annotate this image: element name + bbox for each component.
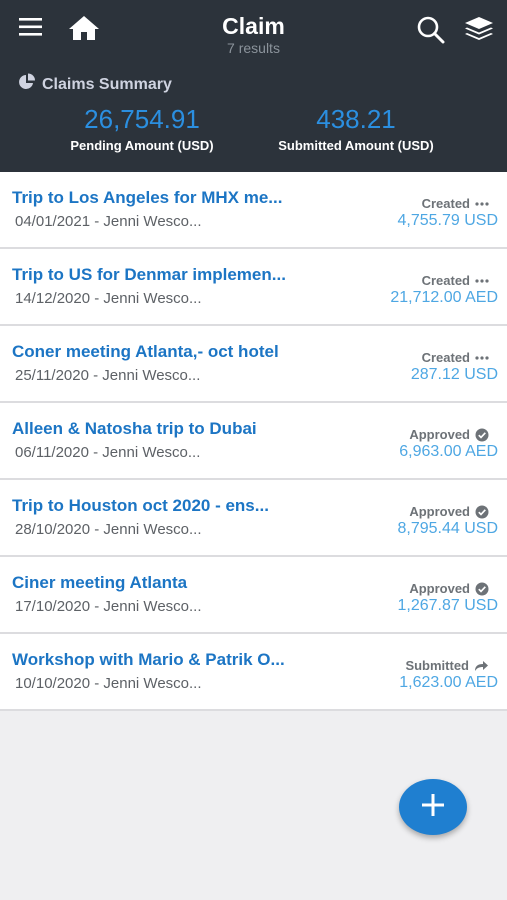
plus-icon — [420, 792, 446, 823]
claim-status: Created — [422, 350, 489, 365]
claim-amount: 287.12 USD — [410, 366, 498, 383]
claim-status: Approved — [409, 581, 489, 596]
pie-chart-icon — [18, 73, 42, 96]
check-circle-icon — [475, 505, 489, 519]
claim-amount: 1,267.87 USD — [397, 597, 498, 614]
claim-status: Submitted — [405, 658, 489, 673]
claims-summary-panel: Claims Summary 26,754.91 Pending Amount … — [0, 60, 507, 172]
claim-date-owner: 10/10/2020 - Jenni Wesco... — [15, 675, 202, 692]
claim-amount: 21,712.00 AED — [390, 289, 498, 306]
claim-title: Ciner meeting Atlanta — [12, 573, 188, 592]
claim-amount: 4,755.79 USD — [397, 212, 498, 229]
claim-row[interactable]: Ciner meeting Atlanta 17/10/2020 - Jenni… — [0, 557, 507, 634]
add-claim-button[interactable] — [399, 779, 467, 835]
claim-status-label: Created — [421, 196, 470, 211]
claim-status-label: Created — [421, 273, 470, 288]
more-icon — [475, 355, 489, 361]
claim-status-label: Approved — [409, 504, 470, 519]
claim-title: Alleen & Natosha trip to Dubai — [12, 419, 257, 438]
claim-date-owner: 17/10/2020 - Jenni Wesco... — [15, 598, 202, 615]
claim-status-label: Approved — [409, 581, 470, 596]
claim-title: Coner meeting Atlanta,- oct hotel — [12, 342, 279, 361]
claim-title: Workshop with Mario & Patrik O... — [12, 650, 285, 669]
claim-status: Approved — [409, 427, 489, 442]
claim-amount: 6,963.00 AED — [399, 443, 498, 460]
claim-status: Approved — [409, 504, 489, 519]
claim-amount: 1,623.00 AED — [399, 674, 498, 691]
claim-date-owner: 14/12/2020 - Jenni Wesco... — [15, 290, 202, 307]
check-circle-icon — [475, 428, 489, 442]
claim-title: Trip to US for Denmar implemen... — [12, 265, 286, 284]
forward-arrow-icon — [474, 660, 489, 672]
claim-row[interactable]: Trip to Houston oct 2020 - ens... 28/10/… — [0, 480, 507, 557]
claim-status-label: Created — [421, 350, 470, 365]
claim-date-owner: 06/11/2020 - Jenni Wesco... — [15, 444, 201, 461]
claim-status-label: Approved — [409, 427, 470, 442]
claim-amount: 8,795.44 USD — [397, 520, 498, 537]
claim-title: Trip to Los Angeles for MHX me... — [12, 188, 283, 207]
more-icon — [475, 278, 489, 284]
claim-date-owner: 04/01/2021 - Jenni Wesco... — [15, 213, 202, 230]
claim-date-owner: 28/10/2020 - Jenni Wesco... — [15, 521, 202, 538]
claim-row[interactable]: Workshop with Mario & Patrik O... 10/10/… — [0, 634, 507, 711]
search-icon[interactable] — [416, 16, 446, 49]
claims-summary-title: Claims Summary — [42, 75, 172, 93]
pending-amount-value: 26,754.91 — [84, 104, 200, 134]
claim-status: Created — [422, 273, 489, 288]
claim-status-label: Submitted — [405, 658, 469, 673]
claim-row[interactable]: Coner meeting Atlanta,- oct hotel 25/11/… — [0, 326, 507, 403]
pending-amount-label: Pending Amount (USD) — [70, 138, 214, 153]
claim-row[interactable]: Alleen & Natosha trip to Dubai 06/11/202… — [0, 403, 507, 480]
submitted-amount-label: Submitted Amount (USD) — [278, 138, 434, 153]
top-app-bar: Claim 7 results — [0, 0, 507, 60]
claim-date-owner: 25/11/2020 - Jenni Wesco... — [15, 367, 201, 384]
more-icon — [475, 201, 489, 207]
claim-row[interactable]: Trip to Los Angeles for MHX me... 04/01/… — [0, 172, 507, 249]
claims-list: Trip to Los Angeles for MHX me... 04/01/… — [0, 172, 507, 711]
check-circle-icon — [475, 582, 489, 596]
submitted-amount-value: 438.21 — [316, 104, 396, 134]
claim-status: Created — [422, 196, 489, 211]
claims-summary-heading: Claims Summary — [18, 73, 172, 96]
layers-icon[interactable] — [464, 16, 494, 47]
claim-row[interactable]: Trip to US for Denmar implemen... 14/12/… — [0, 249, 507, 326]
claim-title: Trip to Houston oct 2020 - ens... — [12, 496, 269, 515]
